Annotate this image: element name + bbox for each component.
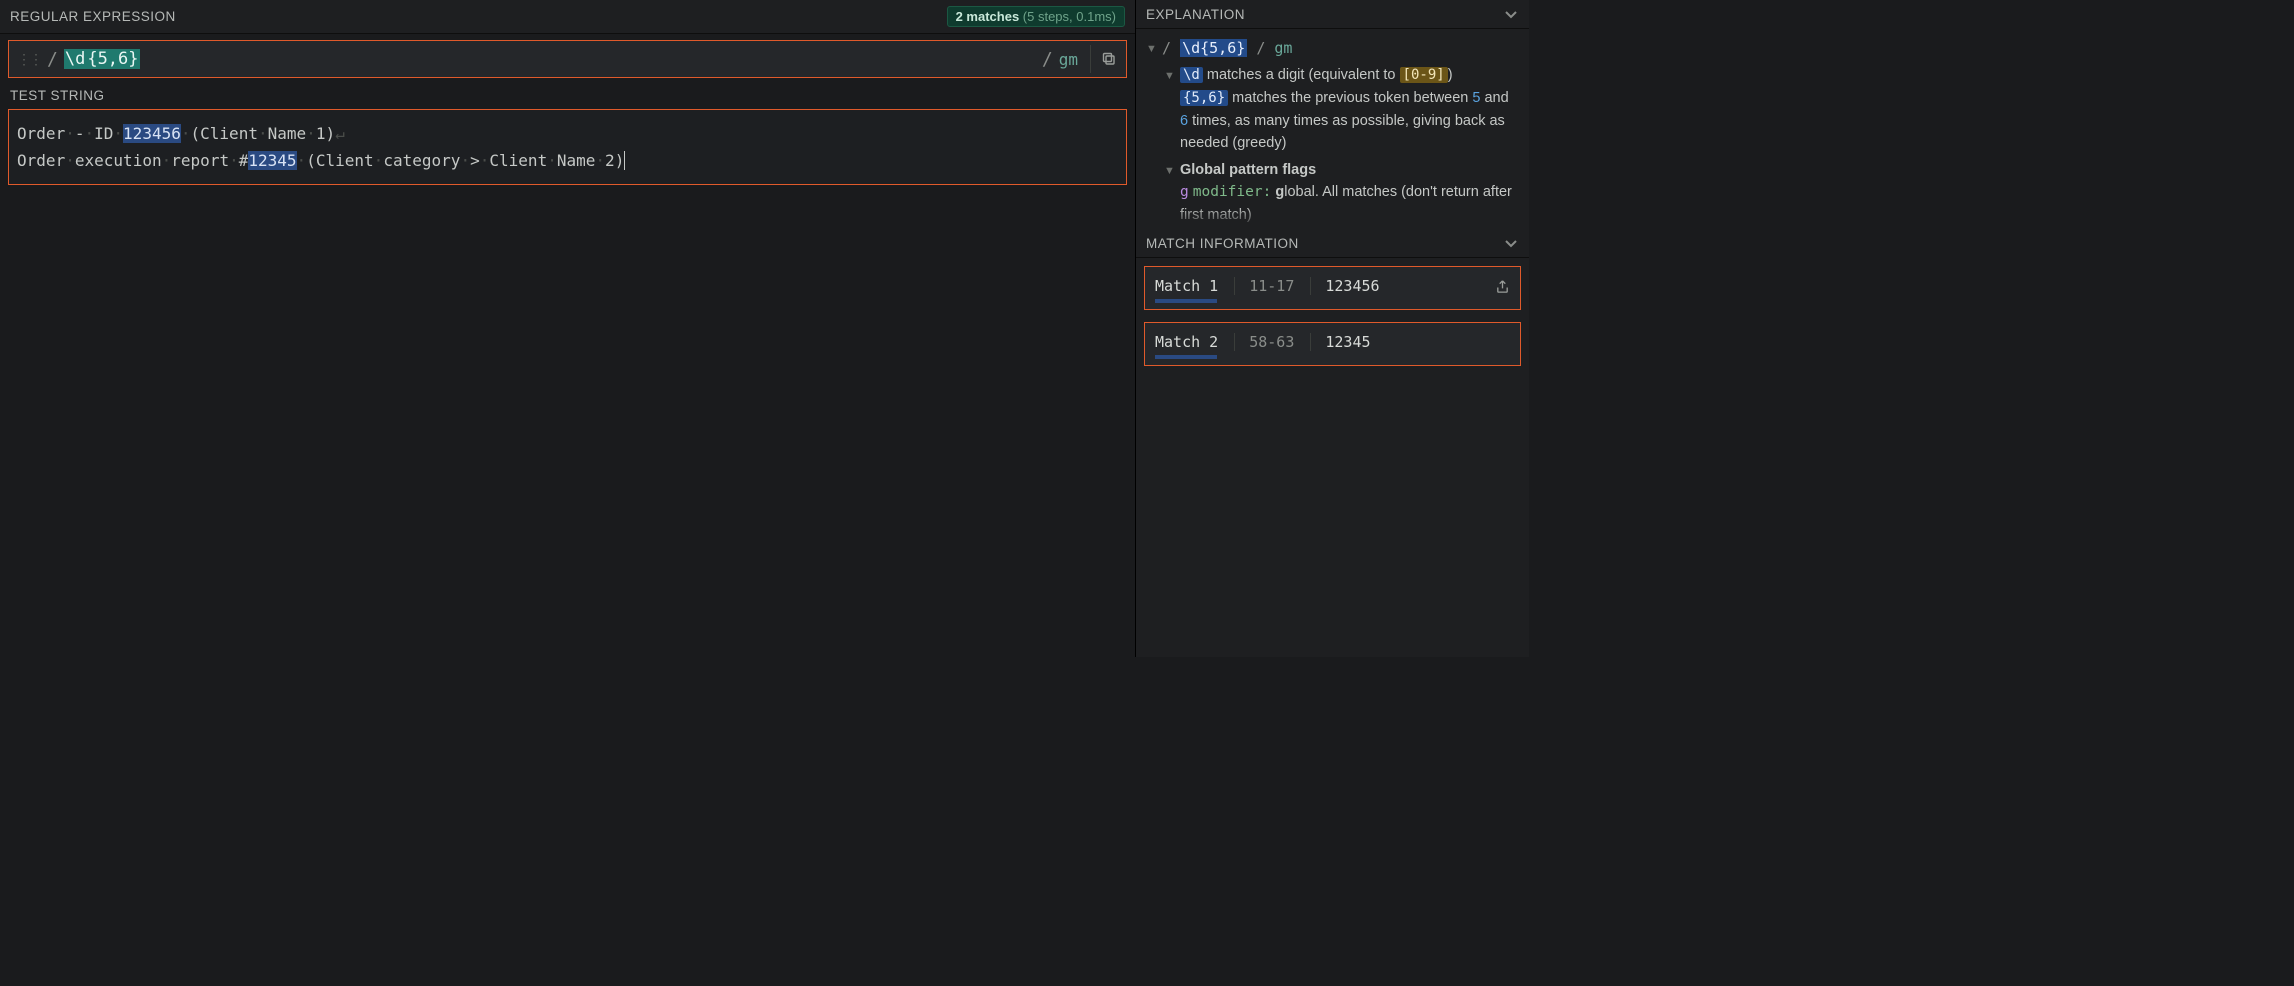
tree-toggle-icon[interactable]: ▼: [1164, 163, 1176, 226]
match-info-title: MATCH INFORMATION: [1146, 236, 1299, 251]
explanation-header[interactable]: EXPLANATION: [1136, 0, 1529, 29]
copy-regex-button[interactable]: [1090, 45, 1118, 73]
export-match-button[interactable]: [1495, 279, 1510, 294]
match-info-header[interactable]: MATCH INFORMATION: [1136, 229, 1529, 258]
regex-section-title: REGULAR EXPRESSION: [10, 9, 176, 24]
text-cursor: [624, 151, 625, 170]
global-flags-heading: Global pattern flags: [1180, 162, 1316, 178]
copy-icon: [1101, 51, 1117, 67]
match-range: 58-63: [1234, 333, 1294, 351]
match-range: 11-17: [1234, 277, 1294, 295]
test-string-input[interactable]: Order·-·ID·123456·(Client·Name·1)↵ Order…: [8, 109, 1127, 185]
regex-token-escape: \d: [64, 49, 86, 69]
drag-handle-icon[interactable]: ⋮⋮: [17, 51, 41, 68]
chevron-down-icon[interactable]: [1503, 235, 1519, 251]
match-label: Match 2: [1155, 333, 1218, 351]
tree-toggle-icon[interactable]: ▼: [1164, 68, 1176, 154]
regex-flags[interactable]: gm: [1059, 50, 1078, 69]
explanation-body: ▼ / \d{5,6} / gm ▼ \d matches a digit (e…: [1136, 29, 1529, 229]
explanation-g-flag: g modifier: global. All matches (don't r…: [1180, 181, 1519, 226]
explanation-regex-summary: / \d{5,6} / gm: [1162, 37, 1519, 60]
regex-open-delim: /: [47, 49, 58, 70]
match-card[interactable]: Match 1 11-17 123456: [1144, 266, 1521, 310]
tree-toggle-icon[interactable]: ▼: [1146, 41, 1158, 64]
match-highlight: 123456: [123, 124, 181, 143]
explanation-d-token: \d matches a digit (equivalent to [0-9])…: [1180, 64, 1519, 154]
regex-close-delim: /: [1042, 49, 1053, 70]
regex-section-header: REGULAR EXPRESSION 2 matches (5 steps, 0…: [0, 0, 1135, 34]
regex-token-quantifier: {5,6}: [86, 49, 139, 69]
regex-input-row[interactable]: ⋮⋮ / \d{5,6} / gm: [8, 40, 1127, 78]
match-steps: (5 steps, 0.1ms): [1023, 9, 1116, 24]
test-line-1: Order·-·ID·123456·(Client·Name·1)↵: [17, 120, 1118, 147]
test-string-section-title: TEST STRING: [0, 78, 1135, 109]
explanation-title: EXPLANATION: [1146, 7, 1245, 22]
export-icon: [1495, 279, 1510, 294]
match-count-badge: 2 matches (5 steps, 0.1ms): [947, 6, 1125, 27]
test-line-2: Order·execution·report·#12345·(Client·ca…: [17, 147, 1118, 174]
match-label: Match 1: [1155, 277, 1218, 295]
newline-icon: ↵: [335, 124, 345, 143]
match-value: 123456: [1310, 277, 1379, 295]
match-value: 12345: [1310, 333, 1370, 351]
match-card[interactable]: Match 2 58-63 12345: [1144, 322, 1521, 366]
match-count: 2 matches: [956, 9, 1020, 24]
match-highlight: 12345: [248, 151, 296, 170]
match-info-body: Match 1 11-17 123456 Match 2 58-63 12345: [1136, 258, 1529, 657]
regex-pattern-input[interactable]: \d{5,6}: [64, 49, 1036, 69]
chevron-down-icon[interactable]: [1503, 6, 1519, 22]
